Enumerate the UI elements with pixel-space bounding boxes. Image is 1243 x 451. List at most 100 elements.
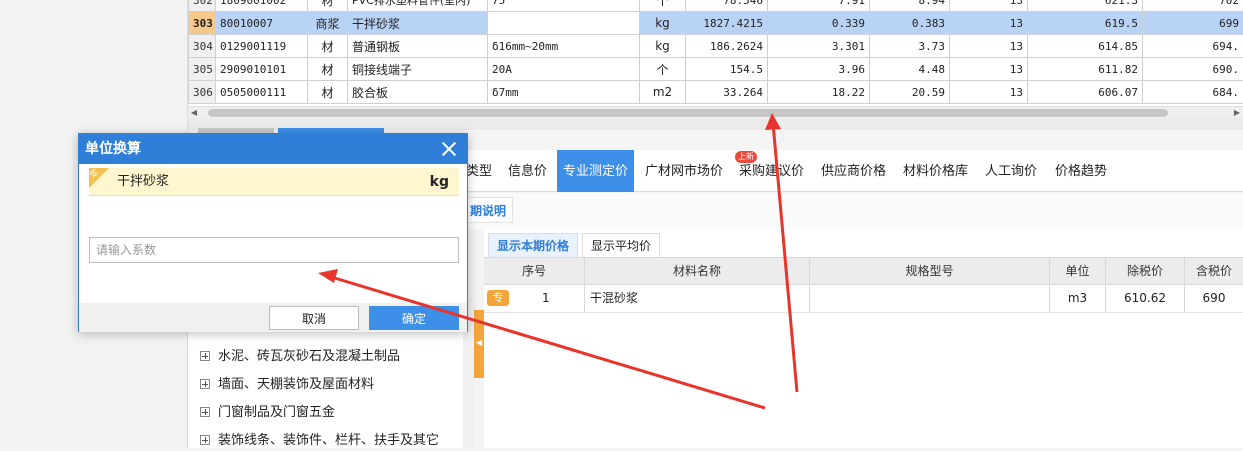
tab-average-price[interactable]: 显示平均价: [582, 233, 660, 257]
cell-total[interactable]: 694.: [1143, 35, 1243, 58]
header-unit: 单位: [1050, 258, 1106, 284]
cell-type[interactable]: 材: [308, 58, 348, 81]
tree-item[interactable]: 门窗制品及门窗五金: [200, 403, 335, 423]
tree-item-label: 门窗制品及门窗五金: [218, 405, 335, 420]
cell-spec[interactable]: 20A: [488, 58, 640, 81]
cancel-button[interactable]: 取消: [269, 306, 359, 330]
row-index: 302: [189, 0, 216, 12]
cell-tax-price[interactable]: 606.07: [1028, 81, 1143, 104]
tab-type[interactable]: 类型: [466, 150, 492, 192]
tab-material-library[interactable]: 材料价格库: [903, 150, 968, 192]
cell-spec[interactable]: [488, 12, 640, 35]
cell-unit[interactable]: 个: [640, 58, 686, 81]
cell-rate[interactable]: 13: [950, 0, 1028, 12]
cell-code[interactable]: 80010007: [216, 12, 308, 35]
cell-price-ex[interactable]: 0.339: [768, 12, 870, 35]
confirm-button[interactable]: 确定: [369, 306, 459, 330]
table-row[interactable]: 专 1 干混砂浆 m3 610.62 690: [484, 285, 1243, 313]
cell-rate[interactable]: 13: [950, 81, 1028, 104]
cell-qty[interactable]: 1827.4215: [686, 12, 768, 35]
tab-price-trend[interactable]: 价格趋势: [1055, 150, 1107, 192]
cell-price-ex[interactable]: 18.22: [768, 81, 870, 104]
expand-plus-icon[interactable]: [200, 379, 210, 389]
cell-code[interactable]: 0129001119: [216, 35, 308, 58]
cell-unit: m3: [1050, 285, 1106, 312]
header-material-name: 材料名称: [585, 258, 810, 284]
tree-item[interactable]: 水泥、砖瓦灰砂石及混凝土制品: [200, 347, 400, 367]
table-row-selected[interactable]: 303 80010007 商浆 干拌砂浆 kg 1827.4215 0.339 …: [189, 12, 1243, 35]
tab-supplier-price[interactable]: 供应商价格: [821, 150, 886, 192]
coefficient-input[interactable]: [89, 237, 459, 263]
cell-tax-price[interactable]: 611.82: [1028, 58, 1143, 81]
cell-total[interactable]: 699: [1143, 12, 1243, 35]
scrollbar-thumb[interactable]: [208, 109, 1168, 117]
cell-name[interactable]: 铜接线端子: [348, 58, 488, 81]
cell-qty[interactable]: 154.5: [686, 58, 768, 81]
cell-code[interactable]: 2909010101: [216, 58, 308, 81]
cell-qty[interactable]: 186.2624: [686, 35, 768, 58]
cell-price-ex-tax: 610.62: [1106, 285, 1185, 312]
header-price-inc-tax: 含税价: [1185, 258, 1243, 284]
cell-type[interactable]: 材: [308, 35, 348, 58]
cell-price-in[interactable]: 8.94: [870, 0, 950, 12]
cell-qty[interactable]: 78.546: [686, 0, 768, 12]
cell-unit[interactable]: m2: [640, 81, 686, 104]
cell-type[interactable]: 商浆: [308, 12, 348, 35]
cell-spec: [810, 285, 1050, 312]
cell-spec[interactable]: δ16mm~20mm: [488, 35, 640, 58]
cell-spec[interactable]: 75: [488, 0, 640, 12]
row-index: 306: [189, 81, 216, 104]
material-name: 干拌砂浆: [117, 168, 169, 196]
horizontal-scrollbar[interactable]: ◀ ▶: [188, 106, 1243, 118]
table-row[interactable]: 302 1809001002 材 PVC排水塑料管件(室内) 75 个 78.5…: [189, 0, 1243, 12]
expand-plus-icon[interactable]: [200, 435, 210, 445]
tab-professional-price[interactable]: 专业测定价: [557, 150, 634, 192]
collapse-panel-handle[interactable]: ◀: [474, 310, 484, 378]
cell-tax-price[interactable]: 614.85: [1028, 35, 1143, 58]
table-row[interactable]: 306 0505000111 材 胶合板 δ7mm m2 33.264 18.2…: [189, 81, 1243, 104]
cell-unit[interactable]: kg: [640, 12, 686, 35]
cell-type[interactable]: 材: [308, 81, 348, 104]
header-spec: 规格型号: [810, 258, 1050, 284]
period-note-link[interactable]: 期说明: [463, 197, 513, 223]
cell-price-in[interactable]: 20.59: [870, 81, 950, 104]
cell-unit[interactable]: 个: [640, 0, 686, 12]
cell-price-ex[interactable]: 3.301: [768, 35, 870, 58]
cell-material-name: 干混砂浆: [585, 285, 810, 312]
cell-total[interactable]: 684.: [1143, 81, 1243, 104]
expand-plus-icon[interactable]: [200, 351, 210, 361]
cell-name[interactable]: 干拌砂浆: [348, 12, 488, 35]
tree-item[interactable]: 墙面、天棚装饰及屋面材料: [200, 375, 374, 395]
cell-name[interactable]: PVC排水塑料管件(室内): [348, 0, 488, 12]
close-icon[interactable]: [439, 134, 459, 164]
cell-price-ex[interactable]: 7.91: [768, 0, 870, 12]
cell-total[interactable]: 702: [1143, 0, 1243, 12]
cell-name[interactable]: 普通钢板: [348, 35, 488, 58]
expand-plus-icon[interactable]: [200, 407, 210, 417]
cell-name[interactable]: 胶合板: [348, 81, 488, 104]
cell-price-in[interactable]: 4.48: [870, 58, 950, 81]
cell-tax-price[interactable]: 619.5: [1028, 12, 1143, 35]
tab-current-period-price[interactable]: 显示本期价格: [488, 233, 578, 257]
cell-spec[interactable]: δ7mm: [488, 81, 640, 104]
dialog-title: 单位换算: [85, 141, 141, 157]
cell-price-in[interactable]: 3.73: [870, 35, 950, 58]
tree-item[interactable]: 装饰线条、装饰件、栏杆、扶手及其它: [200, 431, 439, 451]
cell-type[interactable]: 材: [308, 0, 348, 12]
cell-price-in[interactable]: 0.383: [870, 12, 950, 35]
cell-code[interactable]: 1809001002: [216, 0, 308, 12]
tab-market-price[interactable]: 广材网市场价: [645, 150, 723, 192]
cell-rate[interactable]: 13: [950, 35, 1028, 58]
cell-rate[interactable]: 13: [950, 58, 1028, 81]
cell-tax-price[interactable]: 621.3: [1028, 0, 1143, 12]
cell-code[interactable]: 0505000111: [216, 81, 308, 104]
table-row[interactable]: 304 0129001119 材 普通钢板 δ16mm~20mm kg 186.…: [189, 35, 1243, 58]
tab-info-price[interactable]: 信息价: [508, 150, 547, 192]
cell-qty[interactable]: 33.264: [686, 81, 768, 104]
cell-total[interactable]: 690.: [1143, 58, 1243, 81]
table-row[interactable]: 305 2909010101 材 铜接线端子 20A 个 154.5 3.96 …: [189, 58, 1243, 81]
cell-price-ex[interactable]: 3.96: [768, 58, 870, 81]
cell-rate[interactable]: 13: [950, 12, 1028, 35]
cell-unit[interactable]: kg: [640, 35, 686, 58]
tab-labor-inquiry[interactable]: 人工询价: [985, 150, 1037, 192]
